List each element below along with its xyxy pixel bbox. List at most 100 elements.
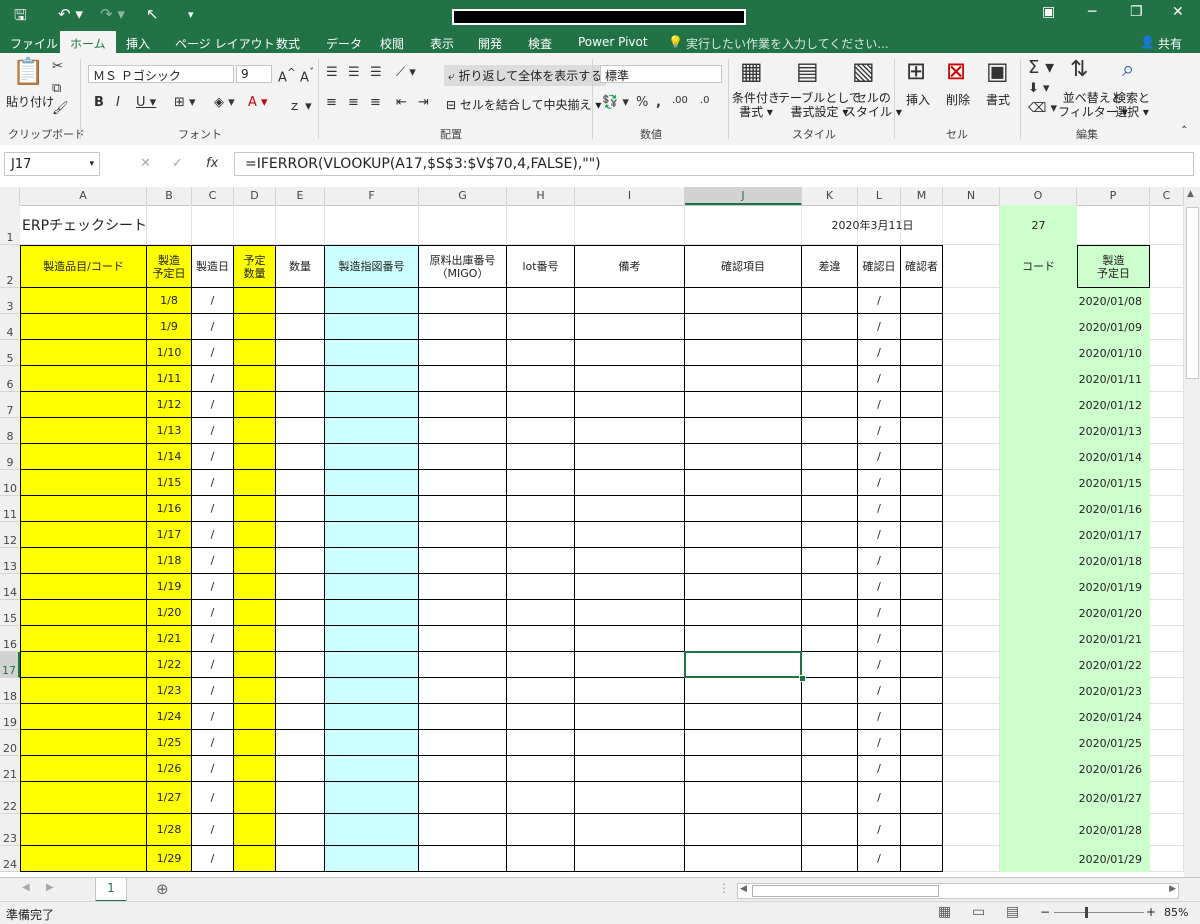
- cell[interactable]: [943, 678, 1000, 704]
- cell[interactable]: [685, 314, 802, 340]
- cell[interactable]: [1150, 704, 1184, 730]
- cell[interactable]: [901, 522, 943, 548]
- cell[interactable]: [575, 626, 685, 652]
- fill-color-icon[interactable]: ◈ ▾: [214, 95, 235, 110]
- cell[interactable]: [802, 704, 858, 730]
- date-slash-cell[interactable]: /: [858, 444, 901, 470]
- next-sheet-icon[interactable]: ▶: [46, 882, 54, 893]
- row-header[interactable]: 19: [0, 704, 20, 730]
- header-remarks[interactable]: 備考: [575, 245, 685, 288]
- copy-icon[interactable]: ⧉: [52, 81, 61, 96]
- cell[interactable]: [943, 548, 1000, 574]
- date-slash-cell[interactable]: /: [192, 392, 234, 418]
- cell[interactable]: [575, 470, 685, 496]
- column-header[interactable]: B: [147, 187, 192, 205]
- column-header[interactable]: G: [419, 187, 507, 205]
- planned-date-cell[interactable]: 1/20: [147, 600, 192, 626]
- cell[interactable]: [685, 418, 802, 444]
- cell[interactable]: [20, 704, 147, 730]
- cell[interactable]: [276, 756, 325, 782]
- cell[interactable]: [802, 652, 858, 678]
- cell[interactable]: [901, 444, 943, 470]
- zoom-level[interactable]: 85%: [1164, 906, 1188, 919]
- cell[interactable]: [1150, 548, 1184, 574]
- insert-cells-button[interactable]: 挿入: [906, 91, 930, 108]
- cell[interactable]: [1000, 392, 1077, 418]
- cell[interactable]: [419, 470, 507, 496]
- cell[interactable]: [276, 704, 325, 730]
- cell[interactable]: [325, 392, 419, 418]
- cell[interactable]: [685, 470, 802, 496]
- tab-review[interactable]: 校閲: [380, 35, 404, 52]
- cell[interactable]: [901, 418, 943, 444]
- planned-date-lookup-cell[interactable]: 2020/01/20: [1077, 600, 1150, 626]
- date-slash-cell[interactable]: /: [192, 418, 234, 444]
- tab-formulas[interactable]: 数式: [276, 35, 300, 52]
- cell[interactable]: [575, 205, 685, 245]
- cell[interactable]: [276, 814, 325, 846]
- sort-filter-icon[interactable]: ⇅: [1070, 57, 1088, 82]
- cell[interactable]: [1000, 846, 1077, 872]
- cell[interactable]: [901, 678, 943, 704]
- header-difference[interactable]: 差違: [802, 245, 858, 288]
- cell[interactable]: [276, 314, 325, 340]
- header-planned-date-lookup[interactable]: 製造 予定日: [1077, 245, 1150, 288]
- cell[interactable]: [20, 496, 147, 522]
- tab-home[interactable]: ホーム: [60, 31, 116, 53]
- tab-file[interactable]: ファイル: [10, 35, 58, 52]
- cell[interactable]: [802, 444, 858, 470]
- cell[interactable]: [943, 366, 1000, 392]
- cell[interactable]: [20, 846, 147, 872]
- planned-date-lookup-cell[interactable]: 2020/01/29: [1077, 846, 1150, 872]
- planned-date-lookup-cell[interactable]: 2020/01/15: [1077, 470, 1150, 496]
- cell[interactable]: [419, 782, 507, 814]
- cell[interactable]: [575, 704, 685, 730]
- cell[interactable]: [276, 205, 325, 245]
- cell[interactable]: [1000, 782, 1077, 814]
- cell[interactable]: [419, 314, 507, 340]
- cell[interactable]: [1150, 288, 1184, 314]
- cell[interactable]: [20, 730, 147, 756]
- cell[interactable]: [1150, 600, 1184, 626]
- cell[interactable]: [325, 678, 419, 704]
- vertical-scroll-thumb[interactable]: [1186, 207, 1199, 379]
- cell[interactable]: [1000, 626, 1077, 652]
- date-slash-cell[interactable]: /: [858, 574, 901, 600]
- header-check-date[interactable]: 確認日: [858, 245, 901, 288]
- row-header[interactable]: 20: [0, 730, 20, 756]
- align-right-icon[interactable]: ≡: [370, 95, 381, 110]
- row-header[interactable]: 12: [0, 522, 20, 548]
- cell[interactable]: [325, 205, 419, 245]
- format-cells-button[interactable]: 書式: [986, 91, 1010, 108]
- comma-icon[interactable]: ,: [656, 95, 661, 110]
- column-header[interactable]: H: [507, 187, 575, 205]
- cell[interactable]: [20, 626, 147, 652]
- row-header[interactable]: 6: [0, 366, 20, 392]
- column-header[interactable]: N: [943, 187, 1000, 205]
- cell[interactable]: [943, 652, 1000, 678]
- cell[interactable]: [234, 678, 276, 704]
- date-slash-cell[interactable]: /: [858, 340, 901, 366]
- row-header[interactable]: 1: [0, 205, 20, 245]
- date-slash-cell[interactable]: /: [192, 756, 234, 782]
- date-slash-cell[interactable]: /: [858, 548, 901, 574]
- cell[interactable]: [507, 548, 575, 574]
- cell[interactable]: [234, 496, 276, 522]
- cell[interactable]: [419, 522, 507, 548]
- column-header[interactable]: K: [802, 187, 858, 205]
- cell[interactable]: [802, 288, 858, 314]
- cell[interactable]: [575, 548, 685, 574]
- planned-date-cell[interactable]: 1/11: [147, 366, 192, 392]
- cell[interactable]: [276, 782, 325, 814]
- scroll-left-icon[interactable]: ◀: [740, 884, 747, 894]
- cell[interactable]: [234, 392, 276, 418]
- cell[interactable]: [575, 678, 685, 704]
- cell[interactable]: [1150, 678, 1184, 704]
- cell[interactable]: [685, 444, 802, 470]
- border-icon[interactable]: ⊞ ▾: [174, 95, 196, 110]
- cell[interactable]: [943, 600, 1000, 626]
- cell[interactable]: [802, 846, 858, 872]
- cell[interactable]: [943, 782, 1000, 814]
- cell[interactable]: [943, 245, 1000, 288]
- cell[interactable]: [20, 756, 147, 782]
